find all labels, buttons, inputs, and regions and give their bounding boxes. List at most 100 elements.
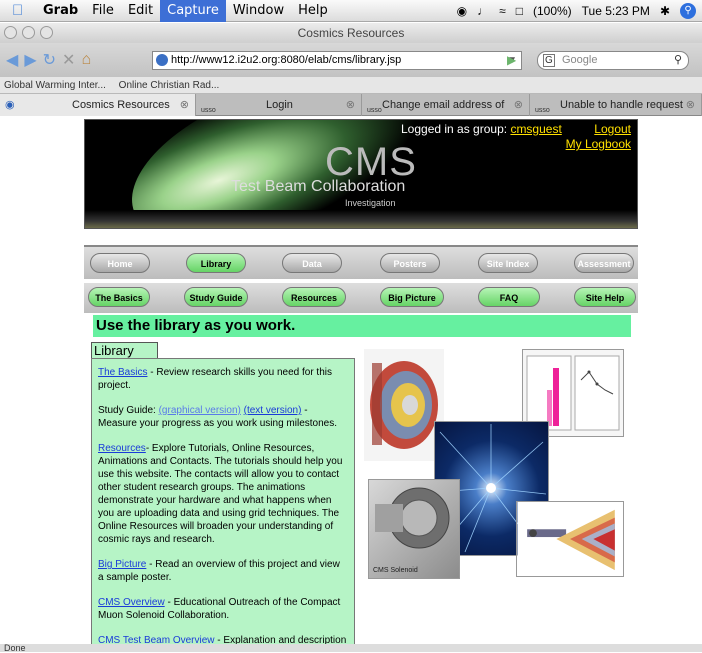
detector-slice-image xyxy=(516,501,624,577)
site-globe-icon xyxy=(156,54,168,66)
tab-label: Unable to handle request xyxy=(560,99,683,111)
nav-assessment[interactable]: Assessment xyxy=(574,253,634,273)
bookmark-item[interactable]: Online Christian Rad... xyxy=(119,80,220,91)
menu-window[interactable]: Window xyxy=(226,0,291,22)
study-guide-label: Study Guide: xyxy=(98,405,159,416)
nav-study-guide[interactable]: Study Guide xyxy=(184,287,248,307)
wifi-icon[interactable]: ≈ xyxy=(499,4,506,18)
search-placeholder: Google xyxy=(562,54,598,66)
search-icon[interactable]: ⚲ xyxy=(674,52,682,69)
cms-banner: CMS Test Beam Collaboration Investigatio… xyxy=(84,119,638,229)
battery-percent: (100%) xyxy=(532,4,572,18)
page-headline: Use the library as you work. xyxy=(93,315,631,337)
tab-unable-to-handle[interactable]: usso Unable to handle request ⊗ xyxy=(530,94,702,116)
library-item-basics: The Basics - Review research skills you … xyxy=(98,366,348,392)
resources-description: - Explore Tutorials, Online Resources, A… xyxy=(98,443,343,545)
nav-site-index[interactable]: Site Index xyxy=(478,253,538,273)
library-item-resources: Resources- Explore Tutorials, Online Res… xyxy=(98,442,348,546)
close-tab-icon[interactable]: ⊗ xyxy=(686,94,695,116)
banner-ground-graphic xyxy=(85,210,637,228)
cms-overview-link[interactable]: CMS Overview xyxy=(98,597,165,608)
banner-subtitle: Test Beam Collaboration xyxy=(231,178,406,195)
library-section-tab: Library xyxy=(91,342,158,359)
account-links: Logout My Logbook xyxy=(566,122,631,152)
menubar:  Grab File Edit Capture Window Help ◉ ♩… xyxy=(0,0,702,22)
spotlight-icon[interactable]: ⚲ xyxy=(680,3,696,19)
nav-data[interactable]: Data xyxy=(282,253,342,273)
google-engine-icon[interactable]: G xyxy=(543,54,555,67)
solenoid-graphic xyxy=(375,487,450,549)
nav-posters[interactable]: Posters xyxy=(380,253,440,273)
tab-change-email[interactable]: usso Change email address of account ⊗ xyxy=(362,94,530,133)
secondary-nav: The Basics Study Guide Resources Big Pic… xyxy=(84,283,638,313)
home-icon[interactable]: ⌂ xyxy=(81,51,91,69)
menu-help[interactable]: Help xyxy=(291,0,335,22)
menubar-status-area: ◉ ♩ ≈ □ (100%) Tue 5:23 PM ✱ ⚲ xyxy=(452,0,702,22)
library-item-big-picture: Big Picture - Read an overview of this p… xyxy=(98,558,348,584)
tab-login[interactable]: usso Login ⊗ xyxy=(196,94,362,116)
tab-label: Cosmics Resources xyxy=(72,99,170,111)
close-tab-icon[interactable]: ⊗ xyxy=(180,94,189,116)
library-panel: The Basics - Review research skills you … xyxy=(91,358,355,644)
clock[interactable]: Tue 5:23 PM xyxy=(582,4,650,18)
tab-label: Login xyxy=(266,99,293,111)
banner-investigation: Investigation xyxy=(345,198,396,208)
cms-solenoid-image: CMS Solenoid xyxy=(368,479,460,579)
resources-link[interactable]: Resources xyxy=(98,443,146,454)
big-picture-link[interactable]: Big Picture xyxy=(98,559,146,570)
menu-file[interactable]: File xyxy=(85,0,121,22)
menu-edit[interactable]: Edit xyxy=(121,0,160,22)
close-window-button[interactable] xyxy=(4,26,17,39)
nav-resources[interactable]: Resources xyxy=(282,287,346,307)
tab-cosmics-resources[interactable]: ◉ Cosmics Resources ⊗ xyxy=(0,94,196,116)
library-item-cms-overview: CMS Overview - Educational Outreach of t… xyxy=(98,596,348,622)
page-content: CMS Test Beam Collaboration Investigatio… xyxy=(0,117,702,644)
login-text: Logged in as group: xyxy=(401,122,508,136)
window-titlebar: Cosmics Resources xyxy=(0,23,702,43)
menu-extra-icon[interactable]: ◉ xyxy=(457,4,467,18)
nav-the-basics[interactable]: The Basics xyxy=(88,287,150,307)
back-icon[interactable]: ◀ xyxy=(6,50,18,70)
menu-app-name[interactable]: Grab xyxy=(36,0,85,22)
cms-image-collage: CMS Solenoid xyxy=(364,349,629,597)
nav-home[interactable]: Home xyxy=(90,253,150,273)
text-version-link[interactable]: (text version) xyxy=(244,405,302,416)
nav-site-help[interactable]: Site Help xyxy=(574,287,636,307)
menu-capture[interactable]: Capture xyxy=(160,0,226,22)
nav-library[interactable]: Library xyxy=(186,253,246,273)
url-text: http://www12.i2u2.org:8080/elab/cms/libr… xyxy=(171,54,402,66)
status-bar: Done xyxy=(0,644,702,653)
go-icon[interactable]: ▶ xyxy=(507,53,516,67)
battery-icon[interactable]: □ xyxy=(516,4,523,18)
bluetooth-icon[interactable]: ✱ xyxy=(660,4,670,18)
library-item-test-beam: CMS Test Beam Overview - Explanation and… xyxy=(98,634,348,644)
window-title: Cosmics Resources xyxy=(297,26,405,40)
logbook-link[interactable]: My Logbook xyxy=(566,137,631,151)
browser-toolbar: ◀ ▶ ↻ ✕ ⌂ http://www12.i2u2.org:8080/ela… xyxy=(0,43,702,77)
nav-faq[interactable]: FAQ xyxy=(478,287,540,307)
apple-menu-icon[interactable]:  xyxy=(12,2,26,19)
detector-cutaway-image xyxy=(364,349,444,461)
nav-big-picture[interactable]: Big Picture xyxy=(380,287,444,307)
zoom-window-button[interactable] xyxy=(40,26,53,39)
window-controls xyxy=(4,26,58,39)
globe-icon: ◉ xyxy=(5,99,15,111)
volume-icon[interactable]: ♩ xyxy=(477,4,489,18)
forward-icon[interactable]: ▶ xyxy=(24,50,36,70)
bookmark-item[interactable]: Global Warming Inter... xyxy=(4,80,106,91)
test-beam-overview-link[interactable]: CMS Test Beam Overview xyxy=(98,635,215,644)
stop-icon[interactable]: ✕ xyxy=(62,50,75,70)
logout-link[interactable]: Logout xyxy=(594,122,631,136)
tab-bar: ◉ Cosmics Resources ⊗ usso Login ⊗ usso … xyxy=(0,94,702,133)
search-field[interactable]: G Google ⚲ xyxy=(537,51,689,70)
group-link[interactable]: cmsguest xyxy=(510,122,561,136)
address-bar[interactable]: http://www12.i2u2.org:8080/elab/cms/libr… xyxy=(152,51,522,70)
reload-icon[interactable]: ↻ xyxy=(43,50,56,70)
solenoid-caption: CMS Solenoid xyxy=(373,567,418,574)
close-tab-icon[interactable]: ⊗ xyxy=(514,94,523,116)
login-status: Logged in as group: cmsguest xyxy=(401,122,562,136)
close-tab-icon[interactable]: ⊗ xyxy=(346,94,355,116)
basics-link[interactable]: The Basics xyxy=(98,367,147,378)
minimize-window-button[interactable] xyxy=(22,26,35,39)
graphical-version-link[interactable]: (graphical version) xyxy=(159,405,241,416)
